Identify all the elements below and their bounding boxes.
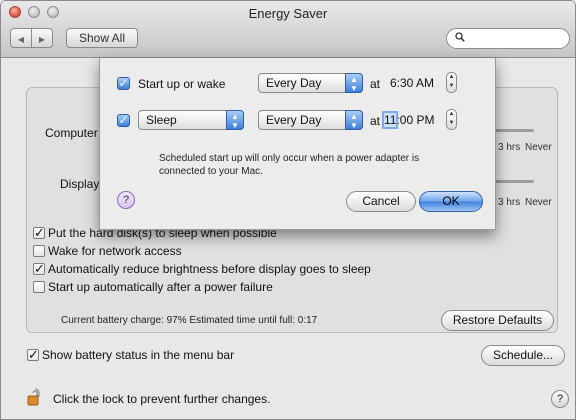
startup-frequency-popup[interactable]: Every Day ▲ ▼ — [258, 73, 363, 93]
sleep-time-rest: :00 PM — [396, 113, 435, 127]
startup-at-label: at — [370, 77, 381, 91]
lock-message: Click the lock to prevent further change… — [53, 392, 271, 406]
sleep-frequency-value: Every Day — [266, 113, 322, 127]
show-battery-label: Show battery status in the menu bar — [42, 348, 235, 362]
help-button[interactable]: ? — [551, 390, 569, 408]
forward-button[interactable]: ▶ — [31, 28, 53, 48]
sleep-at-label: at — [370, 114, 381, 128]
forward-arrow-icon: ▶ — [38, 35, 46, 44]
startup-frequency-value: Every Day — [266, 76, 322, 90]
power-failure-restart-label: Start up automatically after a power fai… — [48, 280, 273, 294]
back-arrow-icon: ◀ — [17, 35, 25, 44]
window-title: Energy Saver — [248, 6, 328, 21]
show-all-button[interactable]: Show All — [66, 28, 138, 48]
lock-icon[interactable] — [27, 388, 43, 406]
energy-saver-window: Energy Saver ◀ ▶ Show All Computer 3 hrs… — [0, 0, 576, 420]
startup-time-stepper[interactable]: ▲ ▼ — [446, 72, 457, 93]
sleep-time-field[interactable]: 11:00 PM — [381, 110, 435, 130]
search-input[interactable] — [446, 28, 570, 49]
title-bar: Energy Saver ◀ ▶ Show All — [1, 1, 575, 58]
cancel-button[interactable]: Cancel — [346, 191, 416, 212]
computer-tick-never: Never — [525, 142, 552, 153]
search-icon — [455, 32, 465, 45]
schedule-button[interactable]: Schedule... — [481, 345, 565, 366]
display-sleep-label: Display — [60, 177, 100, 191]
sleep-checkbox[interactable]: ✓ — [117, 114, 130, 127]
chevron-updown-icon: ▲ ▼ — [345, 110, 363, 130]
ok-button[interactable]: OK — [419, 191, 483, 212]
schedule-sheet: ✓ Start up or wake Every Day ▲ ▼ at 6:30 … — [99, 58, 496, 230]
battery-status-text: Current battery charge: 97% Estimated ti… — [61, 315, 318, 326]
chevron-updown-icon: ▲ ▼ — [226, 110, 244, 130]
startup-wake-checkbox[interactable]: ✓ — [117, 77, 130, 90]
sleep-action-popup[interactable]: Sleep ▲ ▼ — [138, 110, 244, 130]
sleep-action-value: Sleep — [146, 113, 177, 127]
restore-defaults-button[interactable]: Restore Defaults — [441, 310, 554, 331]
display-tick-3hrs: 3 hrs — [498, 197, 521, 208]
wake-network-label: Wake for network access — [48, 244, 182, 258]
computer-sleep-label: Computer — [45, 126, 98, 140]
reduce-brightness-checkbox[interactable]: ✓ — [33, 262, 45, 275]
show-battery-checkbox[interactable]: ✓ — [27, 348, 39, 361]
startup-wake-label: Start up or wake — [138, 77, 226, 91]
hard-disk-sleep-checkbox[interactable]: ✓ — [33, 226, 45, 239]
schedule-note: Scheduled start up will only occur when … — [159, 153, 420, 177]
sheet-help-button[interactable]: ? — [117, 191, 135, 209]
sleep-frequency-popup[interactable]: Every Day ▲ ▼ — [258, 110, 363, 130]
computer-tick-3hrs: 3 hrs — [498, 142, 521, 153]
reduce-brightness-label: Automatically reduce brightness before d… — [48, 262, 371, 276]
wake-network-checkbox[interactable] — [33, 245, 45, 257]
sleep-time-hour[interactable]: 11 — [381, 111, 399, 129]
chevron-updown-icon: ▲ ▼ — [345, 73, 363, 93]
sleep-time-stepper[interactable]: ▲ ▼ — [446, 109, 457, 130]
power-failure-restart-checkbox[interactable] — [33, 281, 45, 293]
back-button[interactable]: ◀ — [10, 28, 32, 48]
startup-time-field[interactable]: 6:30 AM — [390, 73, 434, 93]
display-tick-never: Never — [525, 197, 552, 208]
